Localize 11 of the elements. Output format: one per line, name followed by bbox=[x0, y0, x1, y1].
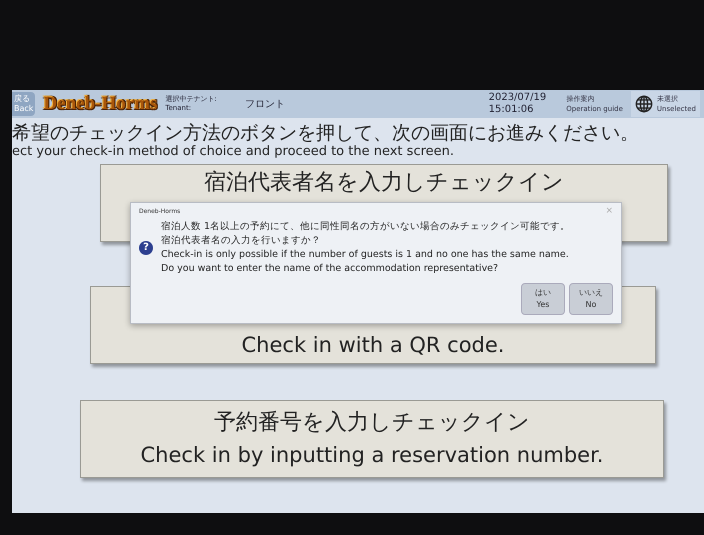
logo: Deneb-Horms bbox=[43, 92, 158, 116]
dialog-message-line: 宿泊代表者名の入力を行いますか？ bbox=[161, 234, 322, 248]
dialog-message-line: 宿泊人数 1名以上の予約にて、他に同性同名の方がいない場合のみチェックイン可能です。 bbox=[161, 220, 570, 234]
time: 15:01:06 bbox=[488, 104, 535, 116]
dialog-message-line: Do you want to enter the name of the accommodation representative? bbox=[161, 262, 500, 276]
dialog-message-line: Check-in is only possible if the number of guests is 1 and no one has the same name. bbox=[161, 248, 570, 262]
instruction-english: ect your check-in method of choice and proceed to the next screen. bbox=[12, 144, 456, 160]
instruction-japanese: 希望のチェックイン方法のボタンを押して、次の画面にお進みください。 bbox=[12, 122, 640, 144]
tenant-name: フロント bbox=[244, 98, 285, 112]
date: 2023/07/19 bbox=[488, 92, 546, 104]
question-icon: ? bbox=[139, 241, 153, 255]
